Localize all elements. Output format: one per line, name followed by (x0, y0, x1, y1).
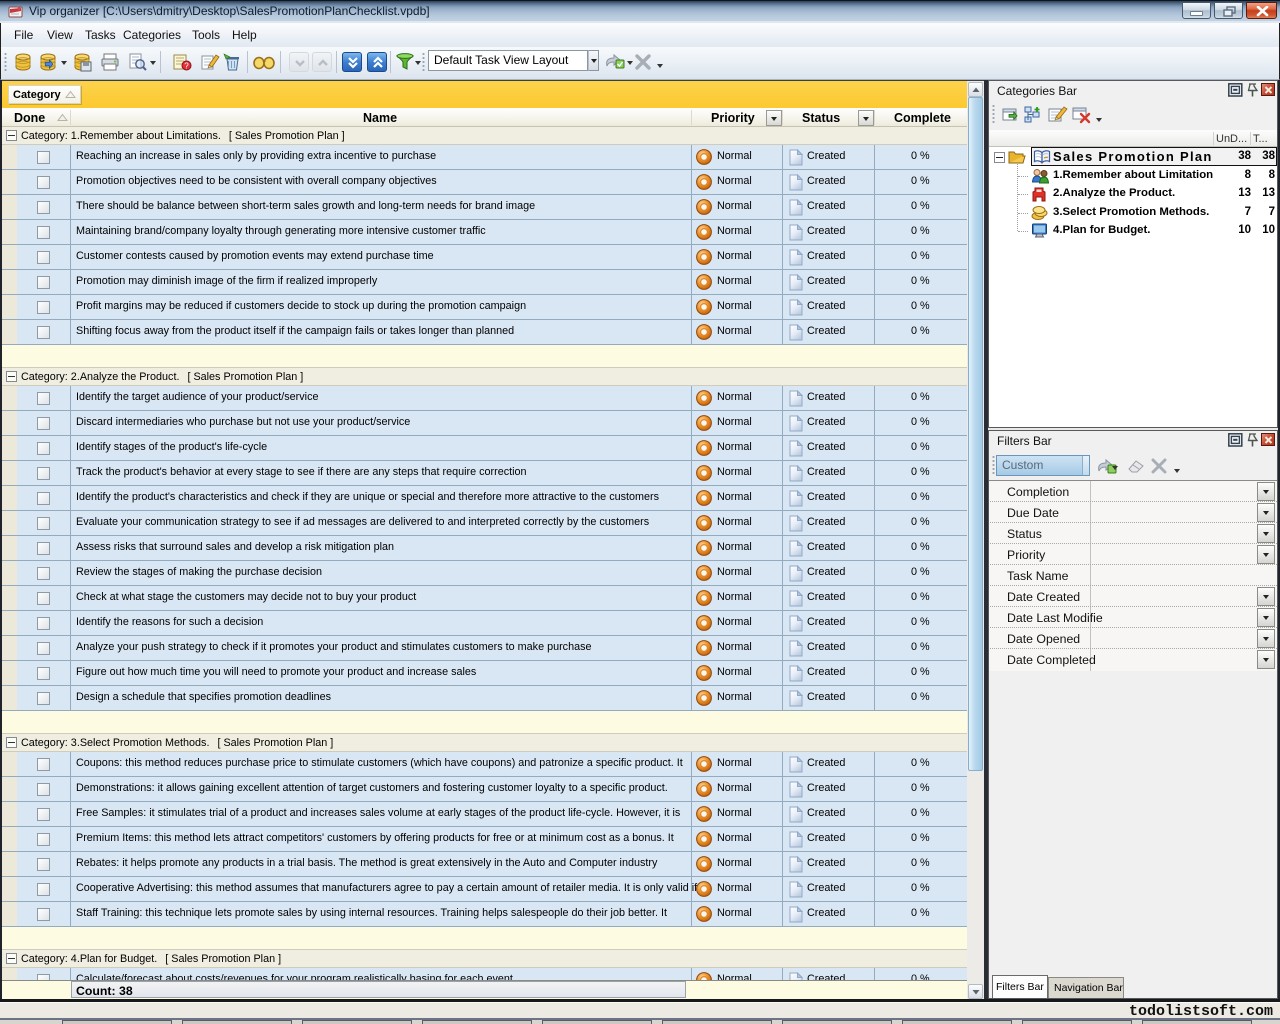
svg-text:?: ? (184, 61, 189, 70)
